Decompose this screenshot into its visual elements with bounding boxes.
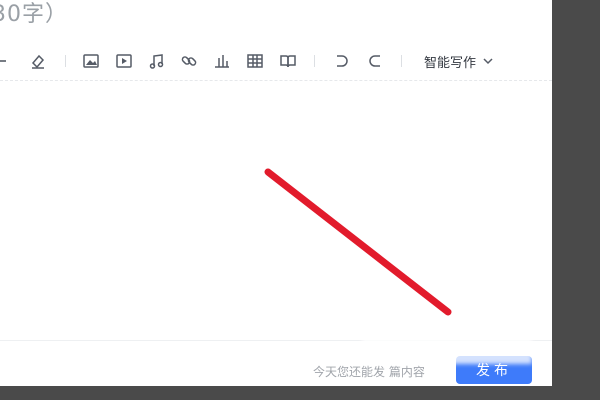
video-icon[interactable]	[115, 52, 133, 70]
window-edge	[0, 386, 600, 400]
link-icon[interactable]	[180, 52, 198, 70]
chevron-down-icon	[483, 58, 493, 65]
toolbar-separator	[65, 55, 66, 67]
smart-writing-dropdown[interactable]: 智能写作	[424, 52, 494, 71]
undo-icon[interactable]	[333, 52, 351, 70]
eraser-icon[interactable]	[29, 52, 47, 70]
daily-post-limit-hint: 今天您还能发 篇内容	[313, 365, 425, 379]
table-icon[interactable]	[246, 52, 264, 70]
music-icon[interactable]	[148, 52, 166, 70]
window-edge	[552, 0, 600, 400]
watermark-overlay	[362, 296, 532, 364]
toolbar-separator	[401, 55, 402, 67]
smart-writing-label: 智能写作	[424, 55, 477, 71]
chart-icon[interactable]	[213, 52, 231, 70]
editor-page: 30字）	[0, 0, 552, 387]
divider-line-icon[interactable]	[0, 52, 14, 70]
title-placeholder[interactable]: 30字）	[0, 0, 68, 28]
editor-toolbar: 智能写作	[0, 42, 552, 81]
image-icon[interactable]	[82, 52, 100, 70]
book-icon[interactable]	[279, 52, 297, 70]
toolbar-separator	[314, 55, 315, 67]
redo-icon[interactable]	[366, 52, 384, 70]
